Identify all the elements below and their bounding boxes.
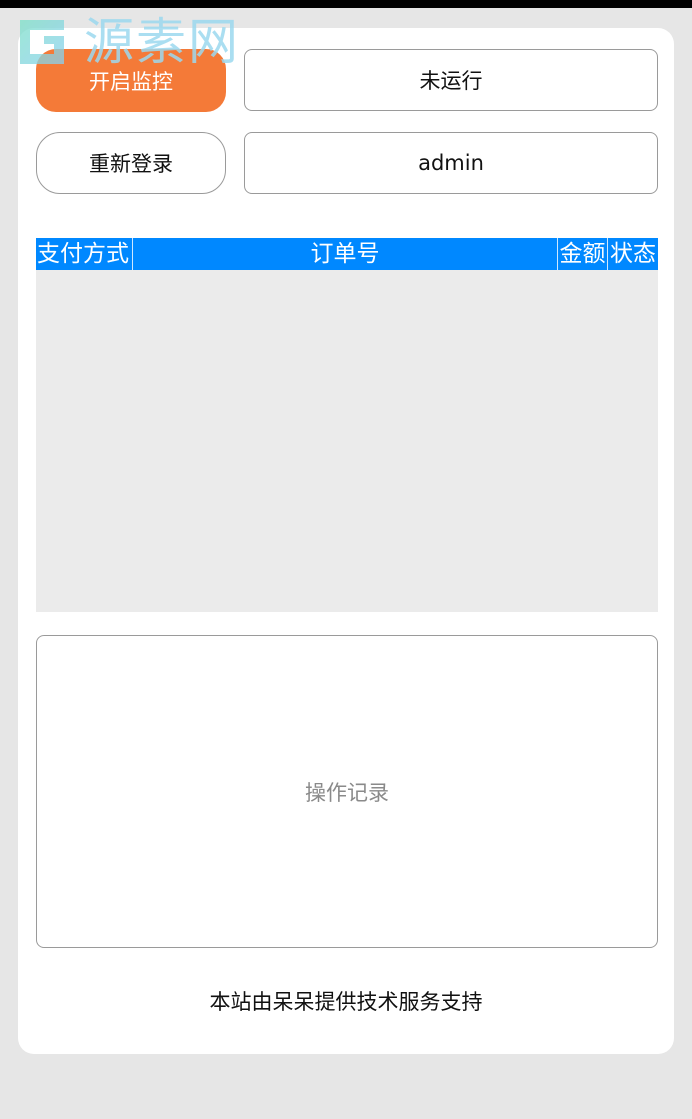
operation-log-placeholder: 操作记录	[305, 780, 389, 805]
column-header-amount[interactable]: 金额	[558, 238, 608, 270]
status-bar	[0, 0, 692, 8]
column-header-status[interactable]: 状态	[608, 238, 658, 270]
status-display: 未运行	[244, 49, 658, 111]
logo-icon	[20, 20, 64, 64]
column-header-order[interactable]: 订单号	[133, 238, 558, 270]
orders-table: 支付方式 订单号 金额 状态	[36, 238, 658, 612]
table-header: 支付方式 订单号 金额 状态	[36, 238, 658, 270]
operation-log[interactable]: 操作记录	[36, 635, 658, 948]
column-header-payment[interactable]: 支付方式	[36, 238, 133, 270]
main-card: 开启监控 未运行 重新登录 admin 支付方式 订单号 金额 状态 操作记录 …	[18, 28, 674, 1054]
watermark-text: 源素网	[84, 13, 240, 71]
watermark-logo: 源素网	[14, 14, 240, 70]
username-display: admin	[244, 132, 658, 194]
footer-text: 本站由呆呆提供技术服务支持	[209, 990, 483, 1014]
relogin-button[interactable]: 重新登录	[36, 132, 226, 194]
